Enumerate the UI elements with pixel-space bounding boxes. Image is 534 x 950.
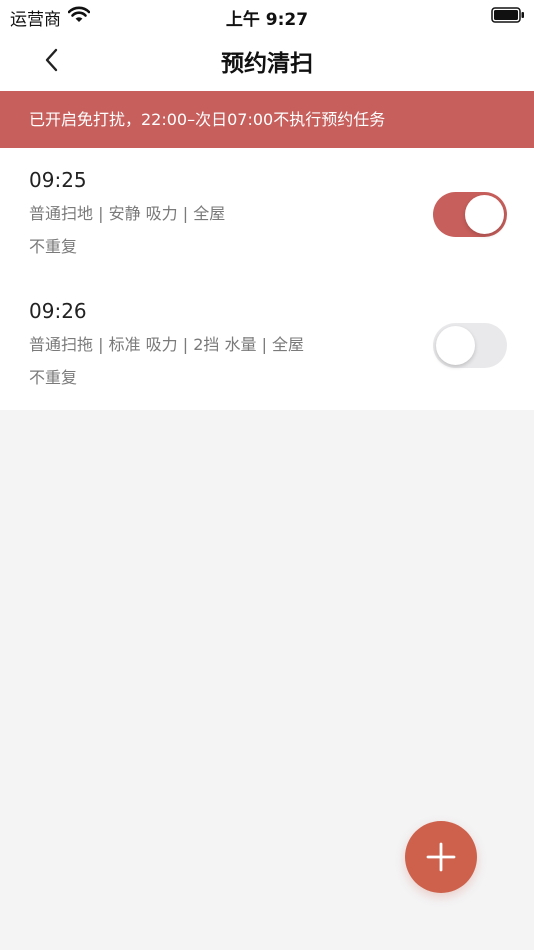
schedule-time: 09:26 xyxy=(29,299,87,323)
schedule-item[interactable]: 09:26 普通扫拖 | 标准 吸力 | 2挡 水量 | 全屋 不重复 xyxy=(0,279,534,410)
schedule-item[interactable]: 09:25 普通扫地 | 安静 吸力 | 全屋 不重复 xyxy=(0,148,534,279)
status-bar: 运营商 上午 9:27 xyxy=(0,0,534,30)
schedule-time: 09:25 xyxy=(29,168,87,192)
schedule-screen: 运营商 上午 9:27 预约清扫 已开启免打扰，22:00–次日07:00不执行… xyxy=(0,0,534,950)
schedule-toggle[interactable] xyxy=(433,323,507,368)
nav-bar: 预约清扫 xyxy=(0,30,534,91)
schedule-detail: 普通扫拖 | 标准 吸力 | 2挡 水量 | 全屋 xyxy=(29,335,305,354)
battery-icon xyxy=(491,7,524,23)
toggle-knob xyxy=(465,195,504,234)
do-not-disturb-banner: 已开启免打扰，22:00–次日07:00不执行预约任务 xyxy=(0,91,534,148)
schedule-repeat: 不重复 xyxy=(29,368,78,387)
status-time: 上午 9:27 xyxy=(225,10,309,30)
add-schedule-button[interactable] xyxy=(405,821,477,893)
page-title: 预约清扫 xyxy=(221,51,313,77)
plus-icon xyxy=(426,842,456,872)
schedule-toggle[interactable] xyxy=(433,192,507,237)
schedule-detail: 普通扫地 | 安静 吸力 | 全屋 xyxy=(29,204,226,223)
schedule-repeat: 不重复 xyxy=(29,237,78,256)
toggle-knob xyxy=(436,326,475,365)
schedule-list: 09:25 普通扫地 | 安静 吸力 | 全屋 不重复 09:26 普通扫拖 |… xyxy=(0,148,534,410)
